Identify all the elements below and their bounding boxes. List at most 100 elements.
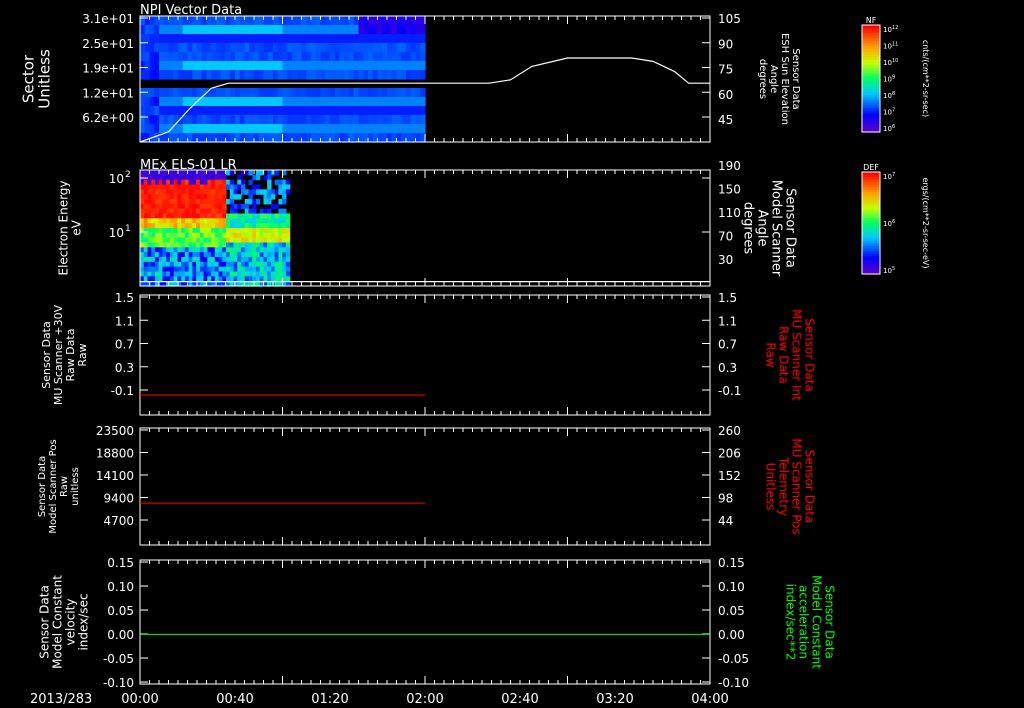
heatmap-cell <box>140 70 146 80</box>
heatmap-cell <box>140 97 146 107</box>
heatmap-cell <box>158 257 164 263</box>
heatmap-cell <box>263 199 268 205</box>
heatmap-cell <box>244 124 250 134</box>
heatmap-cell <box>192 174 197 181</box>
heatmap-cell <box>252 184 257 190</box>
heatmap-cell <box>162 203 167 210</box>
heatmap-cell <box>196 237 201 244</box>
heatmap-cell <box>182 88 189 98</box>
heatmap-cell <box>315 43 322 53</box>
heatmap-cell <box>387 133 393 143</box>
heatmap-cell <box>285 228 291 234</box>
y-tick-label-left: 1.5 <box>115 291 134 305</box>
heatmap-cell <box>363 61 369 71</box>
heatmap-cell <box>188 208 193 215</box>
heatmap-cell <box>270 218 276 224</box>
heatmap-cell <box>199 189 205 195</box>
heatmap-cell <box>282 247 287 253</box>
heatmap-cell <box>252 252 257 258</box>
heatmap-cell <box>211 106 217 116</box>
heatmap-cell <box>169 228 175 234</box>
heatmap-cell <box>285 247 291 253</box>
heatmap-cell <box>181 179 186 186</box>
heatmap-cell <box>282 61 288 71</box>
heatmap-cell <box>206 124 212 134</box>
heatmap-cell <box>368 133 374 143</box>
heatmap-cell <box>273 43 279 53</box>
colorbar-tick-label: 10 <box>883 173 892 181</box>
heatmap-cell <box>196 228 201 234</box>
heatmap-cell <box>226 213 231 219</box>
heatmap-cell <box>382 88 388 98</box>
heatmap-cell <box>173 276 179 282</box>
heatmap-cell <box>237 237 242 244</box>
heatmap-cell <box>282 25 288 35</box>
heatmap-cell <box>254 70 260 80</box>
heatmap-cell <box>240 237 246 244</box>
heatmap-cell <box>296 106 303 116</box>
heatmap-cell <box>349 124 355 134</box>
heatmap-cell <box>235 34 241 44</box>
heatmap-cell <box>207 247 212 253</box>
panel1-right-axis-title-line: Sensor Data <box>790 48 801 109</box>
heatmap-cell <box>415 43 421 53</box>
heatmap-cell <box>248 228 253 234</box>
heatmap-cell <box>173 228 179 234</box>
heatmap-cell <box>229 213 235 219</box>
heatmap-cell <box>184 223 190 229</box>
heatmap-cell <box>254 61 260 71</box>
heatmap-cell <box>248 213 253 219</box>
heatmap-cell <box>320 34 326 44</box>
heatmap-cell <box>140 203 145 210</box>
heatmap-cell <box>306 97 312 107</box>
heatmap-cell <box>147 276 152 282</box>
heatmap-cell <box>270 203 276 210</box>
heatmap-cell <box>166 276 171 282</box>
heatmap-cell <box>339 88 345 98</box>
heatmap-cell <box>181 199 186 205</box>
heatmap-cell <box>206 115 212 125</box>
heatmap-cell <box>140 266 145 273</box>
heatmap-cell <box>192 52 198 62</box>
heatmap-cell <box>196 242 201 248</box>
heatmap-cell <box>325 25 331 35</box>
heatmap-cell <box>255 232 261 239</box>
heatmap-cell <box>296 34 303 44</box>
heatmap-cell <box>168 88 174 98</box>
heatmap-cell <box>196 266 201 273</box>
heatmap-cell <box>259 271 265 277</box>
heatmap-cell <box>391 43 398 53</box>
heatmap-cell <box>334 70 341 80</box>
heatmap-cell <box>158 203 164 210</box>
heatmap-cell <box>270 237 276 244</box>
heatmap-cell <box>177 261 182 268</box>
heatmap-cell <box>285 189 291 195</box>
heatmap-cell <box>292 70 298 80</box>
heatmap-cell <box>192 43 198 53</box>
heatmap-cell <box>169 179 175 186</box>
heatmap-cell <box>325 43 331 53</box>
heatmap-cell <box>396 70 402 80</box>
heatmap-cell <box>229 257 235 263</box>
heatmap-cell <box>244 70 250 80</box>
heatmap-cell <box>207 232 212 239</box>
heatmap-cell <box>339 25 345 35</box>
heatmap-cell <box>237 261 242 268</box>
heatmap-cell <box>211 271 216 277</box>
heatmap-cell <box>330 16 336 26</box>
heatmap-cell <box>285 242 291 248</box>
heatmap-cell <box>396 52 402 62</box>
heatmap-cell <box>211 25 217 35</box>
heatmap-cell <box>140 88 146 98</box>
heatmap-cell <box>330 124 336 134</box>
heatmap-cell <box>235 106 241 116</box>
heatmap-cell <box>177 257 182 263</box>
heatmap-cell <box>292 61 298 71</box>
y-tick-label-left: 4700 <box>103 514 134 528</box>
heatmap-cell <box>192 124 198 134</box>
heatmap-cell <box>420 34 426 44</box>
heatmap-cell <box>330 61 336 71</box>
heatmap-cell <box>358 43 364 53</box>
heatmap-cell <box>199 228 205 234</box>
heatmap-cell <box>377 106 383 116</box>
